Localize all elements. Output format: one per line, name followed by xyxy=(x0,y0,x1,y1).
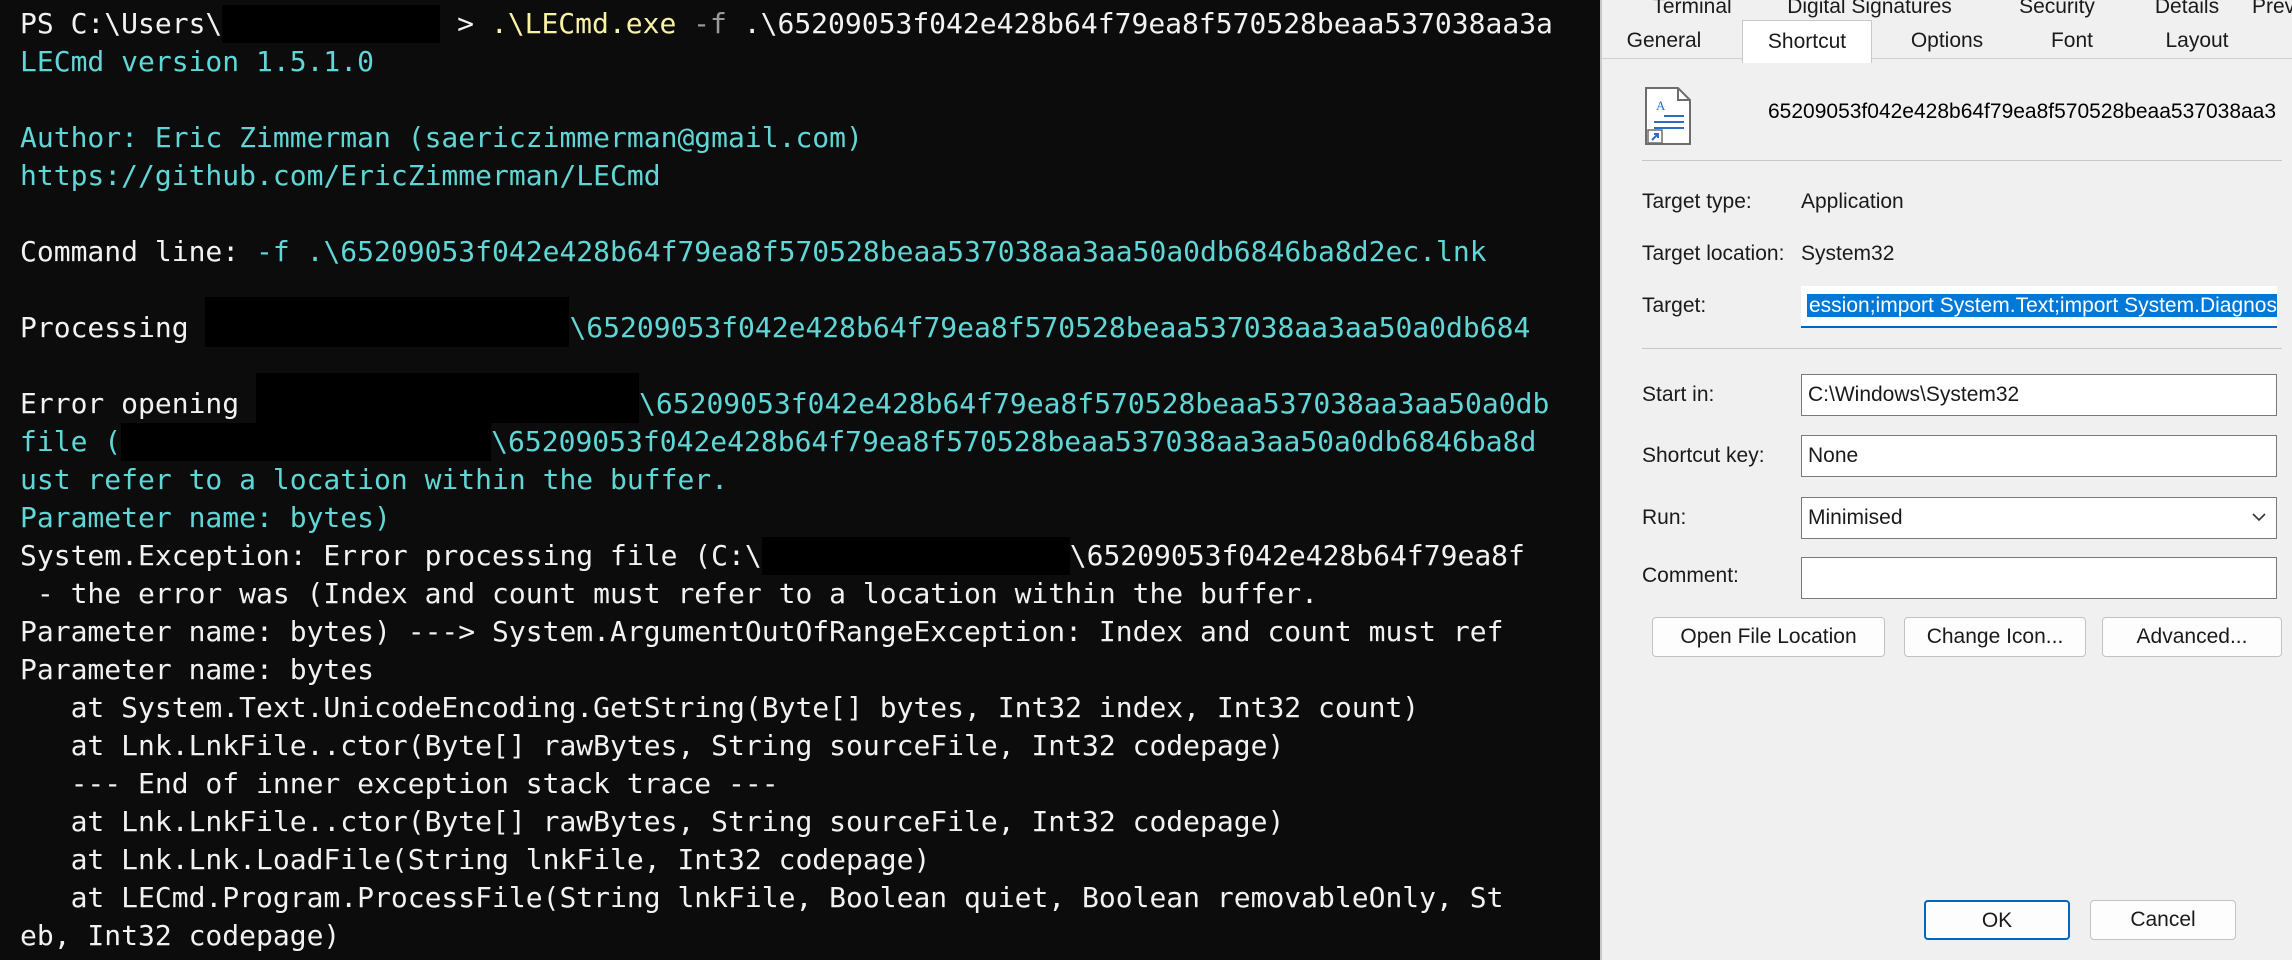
terminal-line-file: file ( \65209053f042e428b64f79ea8f570528b… xyxy=(20,423,1536,461)
terminal-line-stack-end: --- End of inner exception stack trace -… xyxy=(20,767,779,800)
command-arg: .\65209053f042e428b64f79ea8f570528beaa53… xyxy=(743,7,1553,40)
comment-label: Comment: xyxy=(1642,564,1739,587)
advanced-button[interactable]: Advanced... xyxy=(2102,617,2282,657)
tab-security[interactable]: Security xyxy=(2002,0,2112,24)
prompt-prefix: PS C:\Users\ xyxy=(20,7,223,40)
terminal-line-param: Parameter name: bytes) xyxy=(20,501,391,534)
target-location-label: Target location: xyxy=(1642,242,1785,265)
tab-previous-versions[interactable]: Previous xyxy=(2252,0,2292,24)
terminal-line-buffer: ust refer to a location within the buffe… xyxy=(20,463,729,496)
prompt-sign: > xyxy=(440,7,491,40)
target-input-text: ession;import System.Text;import System.… xyxy=(1807,294,2277,317)
shortcut-key-input[interactable]: None xyxy=(1801,435,2277,477)
open-file-location-button[interactable]: Open File Location xyxy=(1652,617,1885,657)
terminal-line-author: Author: Eric Zimmerman (saericzimmerman@… xyxy=(20,121,863,154)
terminal-line-url: https://github.com/EricZimmerman/LECmd xyxy=(20,159,661,192)
target-type-value: Application xyxy=(1801,190,1904,213)
redacted-path xyxy=(256,373,640,423)
start-in-label: Start in: xyxy=(1642,383,1715,406)
file-label: file ( xyxy=(20,425,122,458)
command-line-label: Command line: xyxy=(20,235,257,268)
error-opening-path: \65209053f042e428b64f79ea8f570528beaa537… xyxy=(639,387,1550,420)
shortcut-properties-dialog: Terminal Digital Signatures Security Det… xyxy=(1600,0,2292,960)
redacted-path xyxy=(121,423,492,461)
terminal-line-argument-exception: Parameter name: bytes) ---> System.Argum… xyxy=(20,615,1504,648)
redacted-username xyxy=(222,5,441,43)
tab-options[interactable]: Options xyxy=(1892,24,2002,58)
terminal-line-exception: System.Exception: Error processing file … xyxy=(20,537,1525,575)
terminal-line-param-bytes: Parameter name: bytes xyxy=(20,653,375,686)
terminal-line-command: Command line: -f .\65209053f042e428b64f7… xyxy=(20,233,1487,271)
exception-text: System.Exception: Error processing file … xyxy=(20,539,762,572)
shortcut-file-name: 65209053f042e428b64f79ea8f570528beaa5370… xyxy=(1768,100,2277,123)
redacted-path xyxy=(205,297,570,347)
terminal-line-error-opening: Error opening \65209053f042e428b64f79ea8… xyxy=(20,373,1550,423)
target-label: Target: xyxy=(1642,294,1707,317)
ok-button[interactable]: OK xyxy=(1924,900,2070,940)
terminal-line-stack-5: at LECmd.Program.ProcessFile(String lnkF… xyxy=(20,881,1504,914)
terminal-line-stack-4: at Lnk.Lnk.LoadFile(String lnkFile, Int3… xyxy=(20,843,931,876)
tab-general[interactable]: General xyxy=(1614,24,1714,58)
terminal-line-error-was: - the error was (Index and count must re… xyxy=(20,577,1319,610)
target-location-value: System32 xyxy=(1801,242,1895,265)
change-icon-button[interactable]: Change Icon... xyxy=(1904,617,2086,657)
separator xyxy=(1642,348,2282,349)
processing-label: Processing xyxy=(20,311,206,344)
svg-text:A: A xyxy=(1656,98,1666,113)
terminal-line-stack-6: eb, Int32 codepage) xyxy=(20,919,341,952)
shortcut-key-label: Shortcut key: xyxy=(1642,444,1765,467)
comment-input[interactable] xyxy=(1801,557,2277,599)
terminal-window[interactable]: PS C:\Users\ > .\LECmd.exe -f .\65209053… xyxy=(0,0,1600,960)
exception-path: \65209053f042e428b64f79ea8f xyxy=(1069,539,1525,572)
file-path: \65209053f042e428b64f79ea8f570528beaa537… xyxy=(491,425,1537,458)
tab-layout[interactable]: Layout xyxy=(2142,24,2252,58)
target-type-label: Target type: xyxy=(1642,190,1752,213)
tab-row-front: General Shortcut Options Font Layout xyxy=(1602,20,2292,63)
tab-shortcut[interactable]: Shortcut xyxy=(1742,20,1872,63)
target-input[interactable]: ession;import System.Text;import System.… xyxy=(1801,286,2277,328)
tab-terminal[interactable]: Terminal xyxy=(1642,0,1742,24)
command-line-value: -f .\65209053f042e428b64f79ea8f570528bea… xyxy=(256,235,1487,268)
run-select[interactable]: Minimised xyxy=(1801,497,2277,539)
chevron-down-icon xyxy=(2252,513,2266,522)
tab-details[interactable]: Details xyxy=(2137,0,2237,24)
terminal-line-version: LECmd version 1.5.1.0 xyxy=(20,45,375,78)
run-label: Run: xyxy=(1642,506,1687,529)
terminal-line-stack-3: at Lnk.LnkFile..ctor(Byte[] rawBytes, St… xyxy=(20,805,1285,838)
cancel-button[interactable]: Cancel xyxy=(2090,900,2236,940)
start-in-input[interactable]: C:\Windows\System32 xyxy=(1801,374,2277,416)
terminal-line-processing: Processing \65209053f042e428b64f79ea8f57… xyxy=(20,297,1531,347)
terminal-line-prompt: PS C:\Users\ > .\LECmd.exe -f .\65209053… xyxy=(20,5,1553,43)
separator xyxy=(1642,160,2282,161)
shortcut-file-icon: A xyxy=(1645,87,1691,145)
run-select-value: Minimised xyxy=(1808,506,1903,529)
command-flag: -f xyxy=(676,7,744,40)
error-opening-label: Error opening xyxy=(20,387,257,420)
command-exe: .\LECmd.exe xyxy=(490,7,677,40)
tab-font[interactable]: Font xyxy=(2022,24,2122,58)
redacted-path xyxy=(761,537,1070,575)
terminal-line-stack-2: at Lnk.LnkFile..ctor(Byte[] rawBytes, St… xyxy=(20,729,1285,762)
terminal-line-stack-1: at System.Text.UnicodeEncoding.GetString… xyxy=(20,691,1420,724)
processing-path: \65209053f042e428b64f79ea8f570528beaa537… xyxy=(569,311,1531,344)
